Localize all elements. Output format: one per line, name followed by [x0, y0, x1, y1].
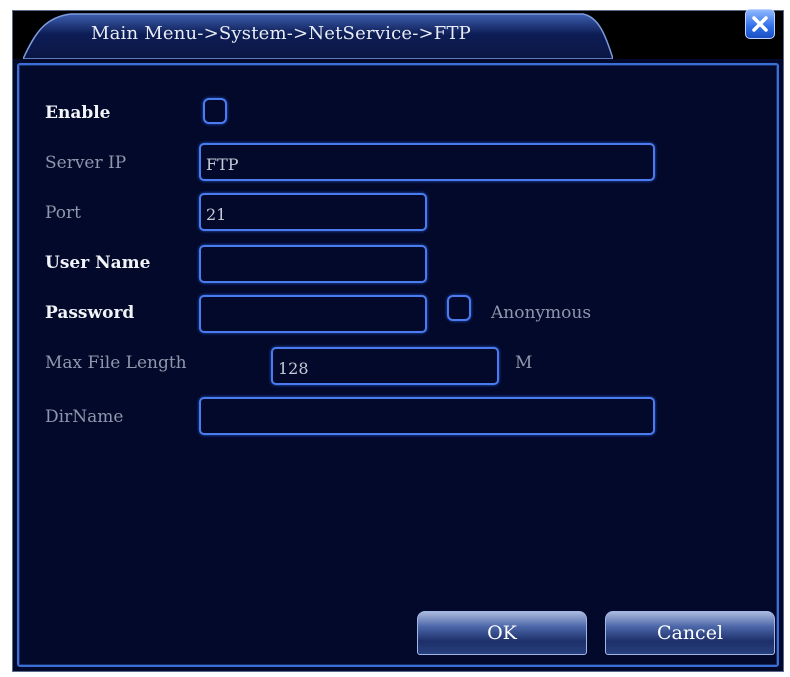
user-name-field[interactable] — [199, 245, 427, 283]
dir-name-field[interactable] — [199, 397, 655, 435]
enable-checkbox[interactable] — [203, 98, 227, 124]
password-label: Password — [45, 303, 135, 323]
server-ip-label: Server IP — [45, 153, 127, 173]
dir-name-label: DirName — [45, 407, 124, 427]
password-field[interactable] — [199, 295, 427, 333]
close-icon — [752, 16, 768, 32]
server-ip-field[interactable]: FTP — [199, 143, 655, 181]
anonymous-checkbox[interactable] — [447, 295, 471, 321]
enable-label: Enable — [45, 103, 111, 123]
anonymous-label: Anonymous — [491, 303, 592, 323]
title-bar: Main Menu->System->NetService->FTP — [13, 9, 783, 59]
max-file-length-unit: M — [515, 353, 533, 373]
dialog-title: Main Menu->System->NetService->FTP — [91, 23, 471, 44]
ok-button[interactable]: OK — [417, 611, 587, 655]
port-label: Port — [45, 203, 81, 223]
max-file-length-label: Max File Length — [45, 353, 187, 373]
max-file-length-field[interactable]: 128 — [271, 347, 499, 385]
user-name-label: User Name — [45, 253, 151, 273]
close-button[interactable] — [745, 9, 775, 39]
settings-panel: Enable Server IP FTP Port 21 User Name P… — [17, 63, 779, 667]
port-field[interactable]: 21 — [199, 193, 427, 231]
ftp-dialog: Main Menu->System->NetService->FTP Enabl… — [12, 9, 784, 672]
cancel-button[interactable]: Cancel — [605, 611, 775, 655]
